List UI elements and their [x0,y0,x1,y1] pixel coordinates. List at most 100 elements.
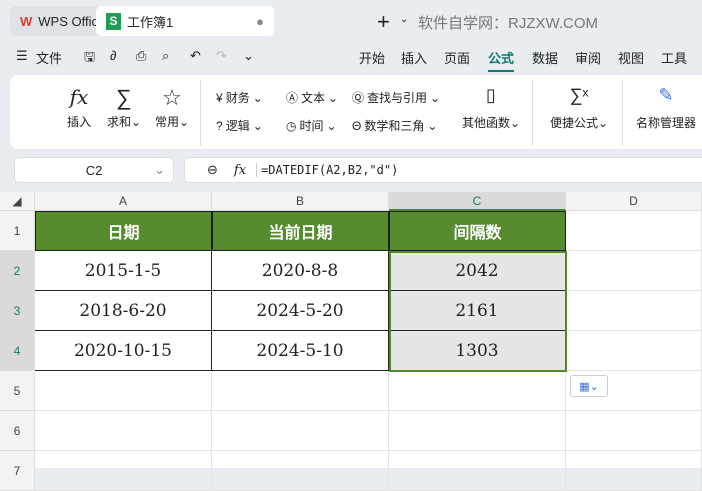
more-functions-icon: ▯ [486,85,496,105]
menu-formula[interactable]: 公式 [488,48,515,72]
logic-button[interactable]: ? 逻辑 ⌄ [216,117,263,134]
quick-analysis-icon[interactable]: ▦⌄ [570,375,608,397]
cell[interactable] [35,411,212,451]
cell[interactable]: 2015-1-5 [35,251,212,291]
row-header[interactable]: 6 [0,411,35,451]
wps-logo-icon: W [20,13,33,29]
menu-tools[interactable]: 工具 [661,48,687,67]
cell[interactable]: 间隔数 [389,211,566,251]
cell[interactable]: 2024-5-10 [212,331,389,371]
label: 查找与引用 [367,91,428,105]
quick-formula-button[interactable]: ∑ˣ 便捷公式⌄ [548,85,610,131]
row-header[interactable]: 1 [0,211,35,251]
more-chevron-icon[interactable]: ⌄ [243,48,254,64]
chevron-down-icon[interactable]: ⌄ [154,162,165,178]
cell[interactable] [566,451,702,491]
cell[interactable] [212,451,389,491]
row-header[interactable]: 7 [0,451,35,491]
cell[interactable]: 当前日期 [212,211,389,251]
label: 时间 [299,119,324,133]
star-icon: ☆ [162,85,182,110]
redo-icon[interactable]: ↷ [216,48,227,64]
common-button[interactable]: ☆ 常用⌄ [152,85,192,130]
tab-workbook[interactable]: S 工作簿1 ● [96,6,274,36]
cell[interactable] [566,331,702,371]
print-preview-icon[interactable]: ⌕ [162,48,169,64]
finance-button[interactable]: ¥ 财务 ⌄ [216,89,263,106]
cell[interactable] [35,371,212,411]
new-tab-plus-icon[interactable]: + [377,9,390,35]
cell[interactable] [35,451,212,491]
select-all-corner[interactable]: ◢ [0,192,35,211]
name-manager-button[interactable]: ✎ 名称管理器 [632,85,700,131]
menu-insert[interactable]: 插入 [401,48,427,67]
row-header[interactable]: 3 [0,291,35,331]
insert-function-button[interactable]: fx 插入 [64,85,94,130]
cell[interactable]: 1303 [389,331,566,371]
math-icon: Θ [352,118,362,133]
spreadsheet-grid[interactable]: ◢ A B C D 1 日期 当前日期 间隔数 2 2015-1-5 2020-8-8 204… [0,192,702,491]
row-header[interactable]: 4 [0,331,35,371]
cell[interactable] [566,251,702,291]
time-button[interactable]: ◷ 时间 ⌄ [286,117,337,134]
quick-formula-icon: ∑ˣ [569,85,589,105]
row-header[interactable]: 5 [0,371,35,411]
cell[interactable] [389,451,566,491]
chevron-down-icon[interactable]: ⌄ [400,14,408,25]
cell[interactable] [566,411,702,451]
column-header-d[interactable]: D [566,192,702,211]
menu-data[interactable]: 数据 [532,48,558,67]
label: 文本 [301,91,326,105]
label: 逻辑 [225,119,250,133]
cell[interactable]: 2018-6-20 [35,291,212,331]
row-header[interactable]: 2 [0,251,35,291]
sigma-icon: ∑ [116,85,132,110]
cell[interactable] [566,291,702,331]
label: 财务 [225,91,250,105]
cell-ref: C2 [85,162,103,178]
cell[interactable]: 日期 [35,211,212,251]
math-button[interactable]: Θ 数学和三角 ⌄ [352,117,437,134]
column-header-a[interactable]: A [35,192,212,211]
formula-bar[interactable]: ⊖ fx =DATEDIF(A2,B2,"d") [184,157,702,183]
menu-page[interactable]: 页面 [444,48,470,67]
label: 求和 [106,115,131,129]
menu-home[interactable]: 开始 [359,48,385,67]
label: 名称管理器 [635,116,696,130]
other-functions-button[interactable]: ▯ 其他函数⌄ [460,85,522,131]
label: 数学和三角 [364,119,425,133]
fx-icon: fx [69,85,89,109]
undo-icon[interactable]: ↶ [190,48,201,64]
cell[interactable]: 2020-10-15 [35,331,212,371]
label: 插入 [66,115,91,129]
cell[interactable]: 2024-5-20 [212,291,389,331]
column-header-c[interactable]: C [389,192,566,211]
cell[interactable] [212,371,389,411]
name-box[interactable]: C2 ⌄ [14,157,174,183]
menu-file[interactable]: 文件 [36,48,62,67]
save-icon[interactable]: 🖫 [84,48,95,70]
text-button[interactable]: Ⓐ 文本 ⌄ [286,89,338,106]
cell[interactable]: 2161 [389,291,566,331]
cell[interactable]: 2020-8-8 [212,251,389,291]
cell[interactable] [212,411,389,451]
cell[interactable] [389,411,566,451]
fx-icon[interactable]: fx [234,163,246,178]
zoom-formula-icon[interactable]: ⊖ [207,162,218,178]
print-icon[interactable]: ⎙ [136,48,146,64]
hamburger-icon[interactable]: ☰ [16,48,28,64]
sum-button[interactable]: ∑ 求和⌄ [106,85,142,130]
link-icon[interactable]: ∂ [110,48,116,63]
unsaved-dot-icon[interactable]: ● [256,14,264,29]
finance-icon: ¥ [216,90,223,105]
cell[interactable] [389,371,566,411]
cell[interactable]: 2042 [389,251,566,291]
cell[interactable] [566,211,702,251]
lookup-button[interactable]: Ⓠ 查找与引用 ⌄ [352,89,440,106]
formula-input[interactable]: =DATEDIF(A2,B2,"d") [256,163,398,177]
menu-view[interactable]: 视图 [618,48,644,67]
name-manager-icon: ✎ [658,85,674,105]
menu-review[interactable]: 审阅 [575,48,601,67]
column-header-b[interactable]: B [212,192,389,211]
label: 常用 [154,115,179,129]
